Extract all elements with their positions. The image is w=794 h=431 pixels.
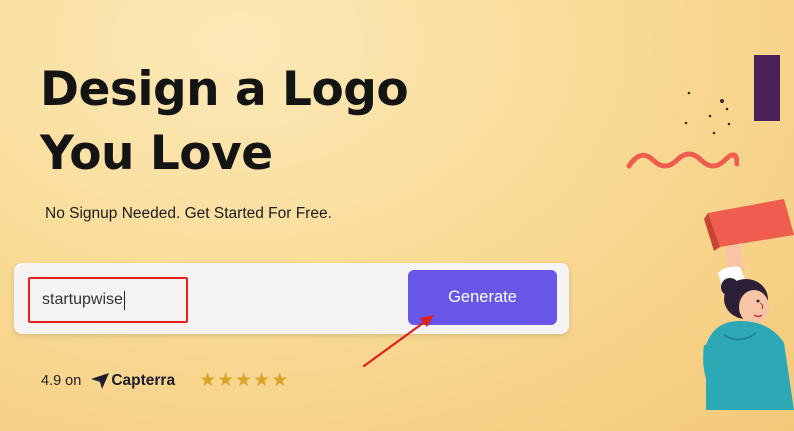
purple-bar-decoration <box>754 55 780 121</box>
capterra-logo-icon <box>91 372 110 389</box>
page-subtitle: No Signup Needed. Get Started For Free. <box>45 205 332 222</box>
wave-decoration <box>626 151 739 169</box>
capterra-brand-name: Capterra <box>111 371 176 389</box>
logo-name-form: startupwise Generate <box>14 263 569 334</box>
text-cursor <box>123 290 125 310</box>
page-title: Design a Logo You Love <box>40 58 409 186</box>
page-title-line-1: Design a Logo <box>40 62 409 117</box>
rating-score: 4.9 on <box>41 372 82 389</box>
page-title-line-2: You Love <box>40 126 273 181</box>
star-rating: ★★★★★ <box>199 370 290 391</box>
rating-row: 4.9 on Capterra ★★★★★ <box>41 369 289 392</box>
red-annotation-arrow-icon <box>362 315 434 368</box>
brand-name-input[interactable]: startupwise <box>28 277 188 323</box>
capterra-logo: Capterra <box>91 372 175 390</box>
person-holding-box-illustration <box>703 199 794 410</box>
dots-decoration <box>684 91 731 135</box>
brand-name-input-value: startupwise <box>42 291 123 308</box>
